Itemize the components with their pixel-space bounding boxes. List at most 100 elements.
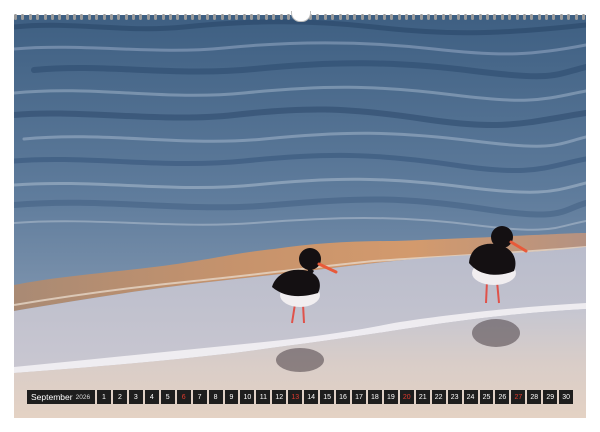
spiral-ring [530, 13, 534, 20]
day-cell: 11 [256, 390, 271, 404]
day-cell: 20 [399, 390, 414, 404]
spiral-ring [257, 13, 261, 20]
spiral-ring [50, 13, 54, 20]
spiral-ring [427, 13, 430, 20]
spiral-ring [486, 13, 489, 20]
spiral-ring [404, 13, 408, 20]
spiral-ring [316, 13, 320, 20]
spiral-ring [375, 13, 379, 20]
spiral-ring [154, 13, 158, 20]
day-cell: 28 [527, 390, 542, 404]
spiral-ring [102, 13, 106, 20]
spiral-ring [493, 13, 497, 20]
day-cell: 2 [112, 390, 127, 404]
spiral-ring [419, 13, 423, 20]
spiral-ring [397, 13, 401, 20]
spiral-ring [117, 13, 121, 20]
spiral-ring [250, 13, 253, 20]
day-cell: 18 [367, 390, 382, 404]
spiral-ring [36, 13, 40, 20]
spiral-ring [146, 13, 150, 20]
spiral-ring [205, 13, 209, 20]
day-cell: 4 [144, 390, 159, 404]
month-year: 2026 [75, 393, 91, 401]
day-cell: 26 [495, 390, 510, 404]
day-cell: 29 [543, 390, 558, 404]
spiral-ring [552, 13, 556, 20]
spiral-ring [139, 13, 143, 20]
spiral-ring [559, 13, 563, 20]
spiral-ring [537, 13, 541, 20]
spiral-ring [73, 13, 76, 20]
calendar-strip: September 2026 1 2 3 4 5 6 7 8 9 10 11 12 13 14 15 16 17… [27, 390, 574, 404]
month-label: September 2026 [27, 390, 95, 404]
photo-oystercatchers-beach [14, 15, 586, 418]
spiral-ring [463, 13, 467, 20]
day-cell: 19 [383, 390, 398, 404]
spiral-ring [368, 13, 371, 20]
spiral-ring [331, 13, 335, 20]
spiral-ring [441, 13, 445, 20]
spiral-ring [65, 13, 69, 20]
spiral-ring [353, 13, 357, 20]
spiral-ring [360, 13, 364, 20]
spiral-ring [500, 13, 504, 20]
spiral-ring [220, 13, 224, 20]
day-cell: 3 [128, 390, 143, 404]
day-cell: 16 [336, 390, 350, 404]
day-cell: 8 [208, 390, 223, 404]
spiral-ring [235, 13, 239, 20]
spiral-ring [478, 13, 482, 20]
day-cell: 30 [559, 390, 574, 404]
spiral-ring [87, 13, 91, 20]
day-cell: 25 [479, 390, 494, 404]
day-cell: 14 [304, 390, 319, 404]
spiral-ring [43, 13, 47, 20]
calendar-page: September 2026 1 2 3 4 5 6 7 8 9 10 11 12 13 14 15 16 17… [0, 0, 600, 432]
spiral-ring [191, 13, 194, 20]
spiral-ring [198, 13, 202, 20]
spiral-ring [80, 13, 84, 20]
spiral-ring [545, 13, 548, 20]
spiral-ring [345, 13, 349, 20]
spiral-ring [456, 13, 460, 20]
spiral-ring [522, 13, 526, 20]
spiral-ring [58, 13, 62, 20]
day-cell: 17 [352, 390, 366, 404]
spiral-ring [515, 13, 519, 20]
spiral-ring [581, 13, 585, 20]
spiral-ring [449, 13, 453, 20]
spiral-ring [390, 13, 394, 20]
spiral-ring [176, 13, 180, 20]
day-cell: 6 [176, 390, 191, 404]
spiral-ring [28, 13, 32, 20]
spiral-ring [508, 13, 512, 20]
spiral-ring [109, 13, 113, 20]
spiral-ring [338, 13, 342, 20]
day-cell: 27 [511, 390, 526, 404]
day-cell: 21 [415, 390, 430, 404]
spiral-ring [323, 13, 327, 20]
day-cell: 7 [192, 390, 207, 404]
spiral-ring [286, 13, 290, 20]
spiral-ring [168, 13, 172, 20]
spiral-ring [412, 13, 416, 20]
spiral-ring [574, 13, 578, 20]
month-name: September [31, 392, 73, 402]
spiral-ring [567, 13, 571, 20]
spiral-ring [471, 13, 475, 20]
spiral-ring [434, 13, 438, 20]
spiral-ring [14, 13, 17, 20]
spiral-ring [279, 13, 283, 20]
day-cell: 1 [97, 390, 111, 404]
day-cell: 5 [160, 390, 175, 404]
day-cell: 15 [320, 390, 335, 404]
spiral-ring [21, 13, 25, 20]
spiral-ring [95, 13, 99, 20]
spiral-ring [183, 13, 187, 20]
day-cell: 23 [447, 390, 462, 404]
spiral-ring [124, 13, 128, 20]
spiral-ring [242, 13, 246, 20]
day-cell: 10 [240, 390, 255, 404]
spiral-ring [213, 13, 217, 20]
